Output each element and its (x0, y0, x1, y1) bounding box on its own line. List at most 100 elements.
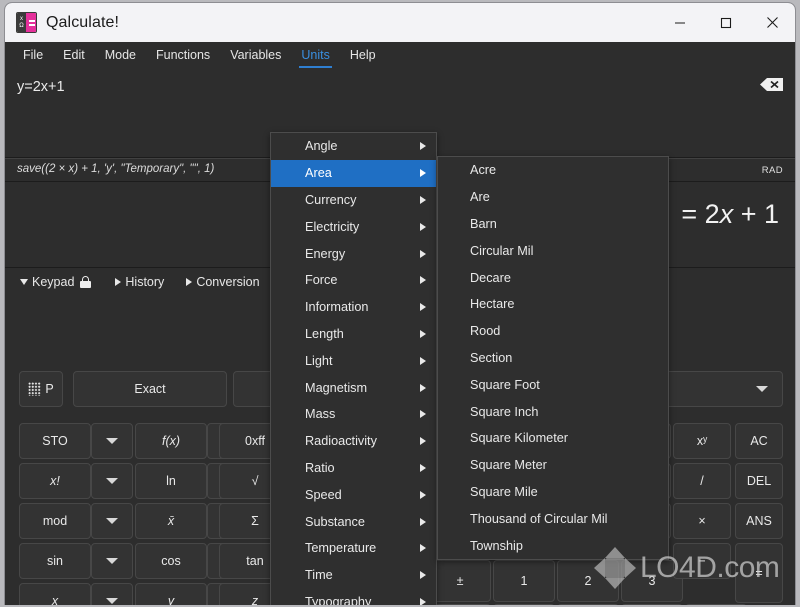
menu-units[interactable]: Units (291, 44, 339, 68)
area-item-square-mile[interactable]: Square Mile (438, 479, 668, 506)
key-decimal[interactable]: . (557, 604, 619, 605)
menu-mode[interactable]: Mode (95, 44, 146, 67)
area-item-thousand-circular-mil[interactable]: Thousand of Circular Mil (438, 505, 668, 532)
key-sto-label: STO (42, 434, 68, 448)
key-ac[interactable]: AC (735, 423, 783, 459)
key-0[interactable]: 0 (493, 604, 555, 605)
area-item-acre[interactable]: Acre (438, 157, 668, 184)
parsed-expression: save((2 × x) + 1, 'y', "Temporary", "", … (17, 163, 215, 175)
key-multiply[interactable]: × (673, 503, 731, 539)
key-sto[interactable]: STO (19, 423, 91, 459)
units-item-radioactivity[interactable]: Radioactivity (271, 428, 436, 455)
key-0xff-label: 0xff (245, 434, 265, 448)
units-item-time[interactable]: Time (271, 562, 436, 589)
units-item-energy[interactable]: Energy (271, 240, 436, 267)
area-item-barn[interactable]: Barn (438, 211, 668, 238)
minimize-icon[interactable] (657, 3, 703, 42)
key-power-label: xʸ (696, 434, 708, 448)
area-item-hectare[interactable]: Hectare (438, 291, 668, 318)
area-item-decare[interactable]: Decare (438, 264, 668, 291)
clear-backspace-icon[interactable] (760, 77, 784, 92)
key-var-y-label: y (167, 594, 175, 605)
menu-variables[interactable]: Variables (220, 44, 291, 67)
key-var-x-dropdown[interactable] (91, 583, 133, 605)
area-item-are[interactable]: Are (438, 184, 668, 211)
units-item-electricity[interactable]: Electricity (271, 213, 436, 240)
key-mod[interactable]: mod (19, 503, 91, 539)
programmers-keypad-button[interactable]: P (19, 371, 63, 407)
area-item-circular-mil[interactable]: Circular Mil (438, 237, 668, 264)
units-item-speed[interactable]: Speed (271, 481, 436, 508)
units-item-force[interactable]: Force (271, 267, 436, 294)
window-controls (657, 3, 795, 42)
chevron-right-icon (420, 597, 426, 605)
angle-mode-indicator[interactable]: RAD (762, 165, 783, 176)
units-item-typography[interactable]: Typography (271, 589, 436, 605)
chevron-right-icon (420, 517, 426, 526)
chevron-right-icon (420, 222, 426, 231)
key-power[interactable]: xʸ (673, 423, 731, 459)
area-submenu: Acre Are Barn Circular Mil Decare Hectar… (437, 156, 669, 560)
key-sin-dropdown[interactable] (91, 543, 133, 579)
units-item-light[interactable]: Light (271, 347, 436, 374)
area-item-rood[interactable]: Rood (438, 318, 668, 345)
tab-keypad-label: Keypad (32, 274, 75, 289)
area-item-section[interactable]: Section (438, 345, 668, 372)
chevron-right-icon (420, 571, 426, 580)
key-ln[interactable]: ln (135, 463, 207, 499)
key-del[interactable]: DEL (735, 463, 783, 499)
key-cos-label: cos (161, 554, 181, 568)
key-ac-label: AC (750, 434, 768, 448)
area-item-square-inch[interactable]: Square Inch (438, 398, 668, 425)
key-plus[interactable]: + (685, 604, 747, 605)
maximize-icon[interactable] (703, 3, 749, 42)
exact-button[interactable]: Exact (73, 371, 227, 407)
lock-icon[interactable] (80, 275, 92, 288)
key-plusminus[interactable]: ± (429, 560, 491, 602)
units-item-angle[interactable]: Angle (271, 133, 436, 160)
chevron-down-icon (756, 386, 768, 392)
key-divide-label: / (700, 474, 704, 488)
key-mod-dropdown[interactable] (91, 503, 133, 539)
units-item-currency[interactable]: Currency (271, 187, 436, 214)
chevron-down-icon (106, 478, 118, 484)
menu-functions[interactable]: Functions (146, 44, 220, 67)
menu-edit[interactable]: Edit (53, 44, 95, 67)
tab-conversion[interactable]: Conversion (184, 273, 267, 291)
key-factorial-dropdown[interactable] (91, 463, 133, 499)
menu-help[interactable]: Help (340, 44, 386, 67)
area-item-square-foot[interactable]: Square Foot (438, 371, 668, 398)
key-tan-label: tan (246, 554, 264, 568)
key-ans[interactable]: ANS (735, 503, 783, 539)
units-item-area[interactable]: Area (271, 159, 436, 187)
qalculate-window: xΩ Qalculate! File Edit Mode Functions V… (4, 2, 796, 605)
key-sto-dropdown[interactable] (91, 423, 133, 459)
key-divide[interactable]: / (673, 463, 731, 499)
key-cos[interactable]: cos (135, 543, 207, 579)
key-var-y[interactable]: y (135, 583, 207, 605)
tab-keypad[interactable]: Keypad (18, 273, 99, 291)
key-mean[interactable]: x̄ (135, 503, 207, 539)
units-item-information[interactable]: Information (271, 294, 436, 321)
close-icon[interactable] (749, 3, 795, 42)
units-item-temperature[interactable]: Temperature (271, 535, 436, 562)
key-fx[interactable]: f(x) (135, 423, 207, 459)
units-item-magnetism[interactable]: Magnetism (271, 374, 436, 401)
key-sin[interactable]: sin (19, 543, 91, 579)
units-item-ratio[interactable]: Ratio (271, 455, 436, 482)
units-item-substance[interactable]: Substance (271, 508, 436, 535)
result-value: = 2x + 1 (681, 199, 779, 229)
menu-file[interactable]: File (13, 44, 53, 67)
area-item-square-kilometer[interactable]: Square Kilometer (438, 425, 668, 452)
area-item-square-meter[interactable]: Square Meter (438, 452, 668, 479)
units-item-mass[interactable]: Mass (271, 401, 436, 428)
key-comma[interactable]: , (429, 604, 491, 605)
key-factorial[interactable]: x! (19, 463, 91, 499)
key-var-x[interactable]: x (19, 583, 91, 605)
key-exp[interactable]: EXP (621, 604, 683, 605)
tab-history[interactable]: History (113, 273, 172, 291)
units-item-length[interactable]: Length (271, 321, 436, 348)
key-multiply-label: × (698, 514, 706, 528)
key-var-x-label: x (51, 594, 59, 605)
key-1[interactable]: 1 (493, 560, 555, 602)
